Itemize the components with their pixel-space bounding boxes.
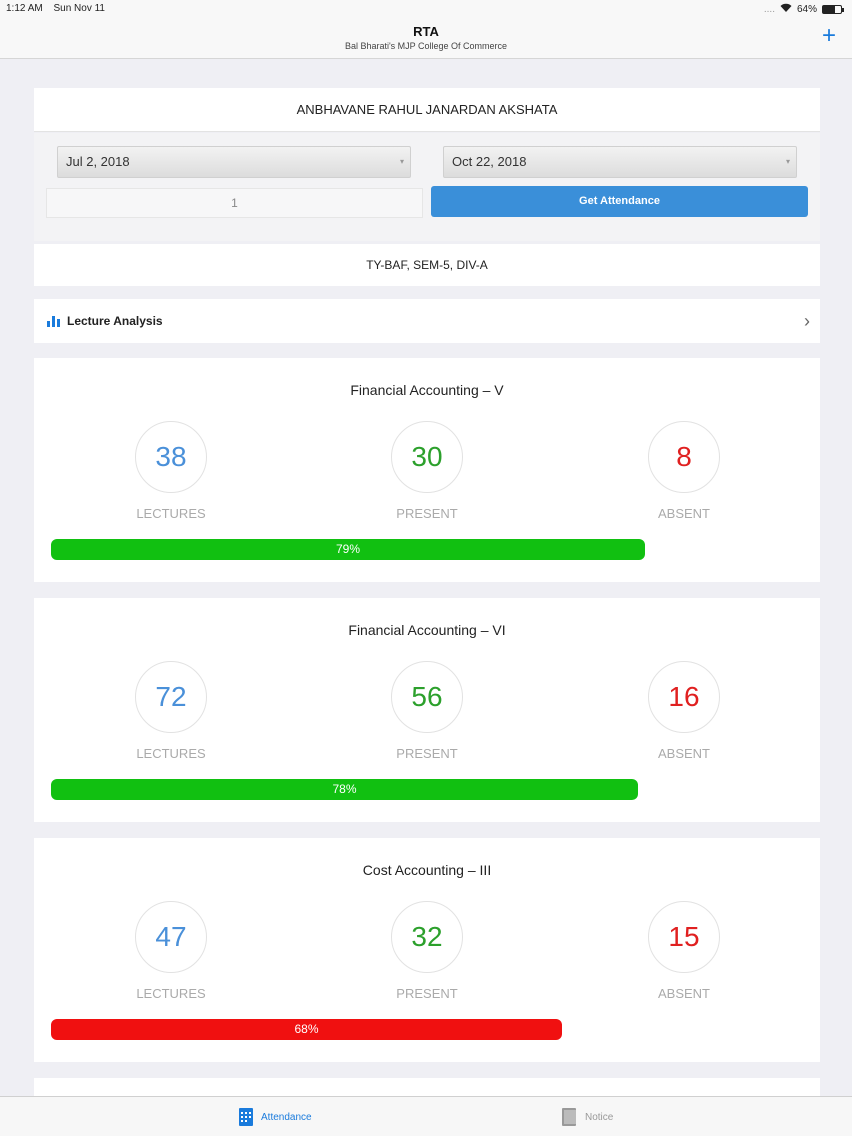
to-date-select[interactable]: Oct 22, 2018 ▾ <box>443 146 797 178</box>
absent-count: 16 <box>648 661 720 733</box>
chevron-down-icon: ▾ <box>399 157 404 166</box>
chevron-right-icon: › <box>804 311 810 331</box>
attendance-progress-bar: 68% <box>51 1019 562 1040</box>
status-date: Sun Nov 11 <box>53 3 105 14</box>
absent-stat: 8 ABSENT <box>648 421 720 521</box>
nav-bar: RTA Bal Bharati's MJP College Of Commerc… <box>0 18 852 59</box>
subject-card: Cost Accounting – III 47 LECTURES 32 PRESENT… <box>34 838 820 1062</box>
battery-percent: 64% <box>796 3 817 15</box>
absent-count: 8 <box>648 421 720 493</box>
present-label: PRESENT <box>396 986 458 1001</box>
absent-count: 15 <box>648 901 720 973</box>
subject-card: Financial Accounting – V 38 LECTURES 30 PRES… <box>34 358 820 582</box>
battery-icon <box>822 4 844 14</box>
filter-panel: Jul 2, 2018 ▾ Oct 22, 2018 ▾ 1 Get Atten… <box>34 133 820 241</box>
subject-card-partial <box>34 1078 820 1098</box>
lectures-stat: 72 LECTURES <box>135 661 207 761</box>
present-label: PRESENT <box>396 506 458 521</box>
signal-icon: .... <box>763 3 775 15</box>
present-stat: 30 PRESENT <box>391 421 463 521</box>
lecture-analysis-row[interactable]: Lecture Analysis › <box>34 299 820 343</box>
app-subtitle: Bal Bharati's MJP College Of Commerce <box>344 41 508 51</box>
attendance-icon <box>239 1108 253 1126</box>
tab-notice-label: Notice <box>585 1111 614 1123</box>
present-count: 56 <box>391 661 463 733</box>
absent-stat: 15 ABSENT <box>648 901 720 1001</box>
plus-icon[interactable]: + <box>822 24 836 48</box>
bar-chart-icon <box>47 316 60 327</box>
lectures-stat: 47 LECTURES <box>135 901 207 1001</box>
lectures-label: LECTURES <box>136 986 206 1001</box>
status-bar: 1:12 AM Sun Nov 11 .... 64% <box>0 0 852 18</box>
from-date-select[interactable]: Jul 2, 2018 ▾ <box>57 146 411 178</box>
to-date-value: Oct 22, 2018 <box>452 154 527 169</box>
tab-attendance[interactable]: Attendance <box>238 1097 312 1136</box>
subject-card: Financial Accounting – VI 72 LECTURES 56 PRE… <box>34 598 820 822</box>
present-stat: 32 PRESENT <box>391 901 463 1001</box>
from-date-value: Jul 2, 2018 <box>66 154 130 169</box>
absent-stat: 16 ABSENT <box>648 661 720 761</box>
lectures-count: 72 <box>135 661 207 733</box>
attendance-progress-bar: 79% <box>51 539 645 560</box>
present-stat: 56 PRESENT <box>391 661 463 761</box>
subject-name: Cost Accounting – III <box>362 862 492 878</box>
present-label: PRESENT <box>396 746 458 761</box>
number-input[interactable]: 1 <box>46 188 423 218</box>
notice-icon <box>562 1108 576 1126</box>
class-info: TY-BAF, SEM-5, DIV-A <box>34 244 820 286</box>
lectures-label: LECTURES <box>136 746 206 761</box>
lectures-count: 47 <box>135 901 207 973</box>
lecture-analysis-label: Lecture Analysis <box>67 314 163 328</box>
absent-label: ABSENT <box>657 986 710 1001</box>
lectures-count: 38 <box>135 421 207 493</box>
subject-name: Financial Accounting – V <box>350 382 504 398</box>
chevron-down-icon: ▾ <box>785 157 790 166</box>
get-attendance-button[interactable]: Get Attendance <box>431 186 808 217</box>
tab-notice[interactable]: Notice <box>560 1097 613 1136</box>
app-title: RTA <box>413 24 439 39</box>
lectures-label: LECTURES <box>136 506 206 521</box>
present-count: 30 <box>391 421 463 493</box>
absent-label: ABSENT <box>657 506 710 521</box>
wifi-icon <box>780 3 792 15</box>
lectures-stat: 38 LECTURES <box>135 421 207 521</box>
student-name: ANBHAVANE RAHUL JANARDAN AKSHATA <box>34 88 820 132</box>
subject-name: Financial Accounting – VI <box>348 622 506 638</box>
status-time: 1:12 AM <box>6 3 43 14</box>
tab-attendance-label: Attendance <box>261 1111 312 1123</box>
present-count: 32 <box>391 901 463 973</box>
attendance-progress-bar: 78% <box>51 779 638 800</box>
absent-label: ABSENT <box>657 746 710 761</box>
tab-bar: Attendance Notice <box>0 1096 852 1136</box>
